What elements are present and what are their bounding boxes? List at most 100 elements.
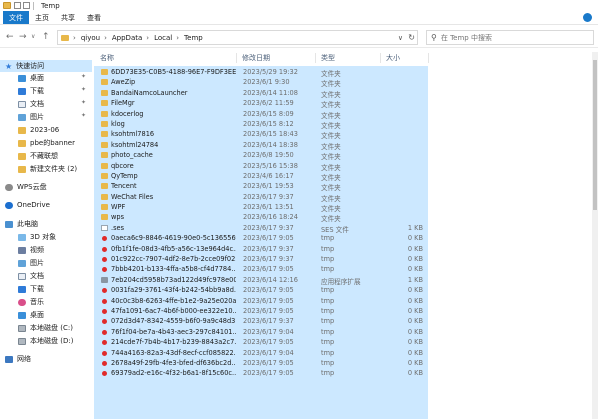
search-box[interactable]: ⚲ xyxy=(426,30,594,45)
chevron-right-icon[interactable]: › xyxy=(146,34,149,42)
file-row[interactable]: ksohtml7816 2023/6/15 18:43 文件夹 xyxy=(93,129,592,140)
file-row[interactable]: BandaiNamcoLauncher 2023/6/14 11:08 文件夹 xyxy=(93,88,592,99)
nav-onedrive[interactable]: OneDrive xyxy=(5,199,50,211)
file-row[interactable]: 072d3d47-8342-4559-b6f0-9a9c48d3... 2023/… xyxy=(93,316,592,326)
file-row[interactable]: qbcore 2023/5/16 15:38 文件夹 xyxy=(93,161,592,172)
file-row[interactable]: 0aeca6c9-8846-4619-90e0-5c136556f... 2023… xyxy=(93,233,592,243)
search-input[interactable] xyxy=(440,33,581,42)
nav-wps-cloud[interactable]: WPS云盘 xyxy=(5,181,47,193)
file-type: tmp xyxy=(321,358,335,367)
tab-view[interactable]: 查看 xyxy=(81,11,107,24)
chevron-right-icon[interactable]: › xyxy=(176,34,179,42)
nav-videos[interactable]: 视频 xyxy=(18,244,44,256)
column-divider[interactable] xyxy=(315,53,316,63)
new-folder-icon[interactable] xyxy=(23,2,30,9)
file-row[interactable]: klog 2023/6/15 8:12 文件夹 xyxy=(93,119,592,130)
file-row[interactable]: 744a4163-82a3-43df-8ecf-ccf085822... 2023… xyxy=(93,348,592,358)
folder-icon xyxy=(18,126,26,134)
nav-drive-d[interactable]: 本地磁盘 (D:) xyxy=(18,335,73,347)
file-row[interactable]: 0fb1f1fe-08d3-4fb5-a56c-13e964d4c... 2023… xyxy=(93,244,592,254)
pin-icon[interactable]: ✦ xyxy=(81,73,86,80)
tmp-file-icon xyxy=(102,257,107,263)
address-bar[interactable]: › qiyou › AppData › Local › Temp ∨ ↻ xyxy=(57,30,418,45)
nav-3d-objects[interactable]: 3D 对象 xyxy=(18,231,56,243)
file-row[interactable]: FileMgr 2023/6/2 11:59 文件夹 xyxy=(93,98,592,109)
nav-quick-access[interactable]: ★ 快速访问 xyxy=(0,60,92,72)
tab-share[interactable]: 共享 xyxy=(55,11,81,24)
file-row[interactable]: WPF 2023/6/1 13:51 文件夹 xyxy=(93,202,592,213)
column-name[interactable]: 名称 xyxy=(100,53,114,63)
nav-documents[interactable]: 文档 xyxy=(18,98,44,110)
file-row[interactable]: Tencent 2023/6/1 19:53 文件夹 xyxy=(93,181,592,192)
tab-home[interactable]: 主页 xyxy=(29,11,55,24)
file-row[interactable]: .ses 2023/6/17 9:37 SES 文件 1 KB xyxy=(93,223,592,234)
chevron-right-icon[interactable]: › xyxy=(104,34,107,42)
column-type[interactable]: 类型 xyxy=(321,53,335,63)
file-row[interactable]: ksohtml24784 2023/6/14 18:38 文件夹 xyxy=(93,140,592,151)
tab-file[interactable]: 文件 xyxy=(3,11,29,24)
nav-folder-new[interactable]: 新建文件夹 (2) xyxy=(18,163,77,175)
file-row[interactable]: 0031fa29-3761-43f4-b242-54bb9a8d... 2023/… xyxy=(93,285,592,295)
pin-icon[interactable]: ✦ xyxy=(81,99,86,106)
file-row[interactable]: 2678a49f-29fb-4fe3-bfed-df636bc2d... 2023… xyxy=(93,358,592,368)
column-size[interactable]: 大小 xyxy=(386,53,400,63)
file-row[interactable]: 01c922cc-7907-4df2-8e7b-2cce09f02... 2023… xyxy=(93,254,592,264)
column-date[interactable]: 修改日期 xyxy=(242,53,270,63)
nav-folder-banner[interactable]: pbe的banner xyxy=(18,137,75,149)
recent-dropdown-icon[interactable]: ∨ xyxy=(31,32,35,42)
nav-this-pc[interactable]: 此电脑 xyxy=(5,218,38,230)
nav-documents-pc[interactable]: 文档 xyxy=(18,270,44,282)
help-icon[interactable] xyxy=(583,13,592,22)
nav-desktop-pc[interactable]: 桌面 xyxy=(18,309,44,321)
chevron-right-icon[interactable]: › xyxy=(73,34,76,42)
pin-icon[interactable]: ✦ xyxy=(81,86,86,93)
nav-downloads[interactable]: 下载 xyxy=(18,85,44,97)
file-row[interactable]: AweZip 2023/6/1 9:30 文件夹 xyxy=(93,77,592,88)
nav-network[interactable]: 网络 xyxy=(5,353,31,365)
file-name: kdocerlog xyxy=(111,109,144,118)
pin-icon[interactable]: ✦ xyxy=(81,112,86,119)
up-arrow-icon[interactable]: ↑ xyxy=(42,32,50,42)
nav-folder-lenovo[interactable]: 不藏联想 xyxy=(18,150,58,162)
back-arrow-icon[interactable]: ← xyxy=(6,32,14,42)
refresh-icon[interactable]: ↻ xyxy=(408,33,415,42)
file-row[interactable]: 6DD73E35-C0B5-4188-96E7-F9DF3EE... 2023/5… xyxy=(93,67,592,78)
file-row[interactable]: kdocerlog 2023/6/15 8:09 文件夹 xyxy=(93,109,592,120)
column-divider[interactable] xyxy=(380,53,381,63)
scrollbar-thumb[interactable] xyxy=(593,60,597,210)
file-row[interactable]: 214cde7f-7b4b-4b17-b239-8843a2c7... 2023/… xyxy=(93,337,592,347)
nav-downloads-pc[interactable]: 下载 xyxy=(18,283,44,295)
nav-desktop[interactable]: 桌面 xyxy=(18,72,44,84)
file-row[interactable]: 7bbb4201-b133-4ffa-a5b8-cf4d7784... 2023/… xyxy=(93,264,592,274)
folder-icon xyxy=(18,139,26,147)
file-row[interactable]: 40c0c3b8-6263-4ffe-b1e2-9a25e020a... 2023… xyxy=(93,296,592,306)
file-type: tmp xyxy=(321,265,335,274)
file-row[interactable]: wps 2023/6/16 18:24 文件夹 xyxy=(93,212,592,223)
column-divider[interactable] xyxy=(236,53,237,63)
breadcrumb-temp[interactable]: Temp xyxy=(184,34,203,42)
breadcrumb-local[interactable]: Local xyxy=(154,34,172,42)
nav-label: 下载 xyxy=(30,87,44,95)
properties-icon[interactable] xyxy=(14,2,21,9)
file-row[interactable]: 7eb204cd5958b73ad122d49fc978e00... 2023/6… xyxy=(93,275,592,286)
nav-pictures-pc[interactable]: 图片 xyxy=(18,257,44,269)
chevron-down-icon[interactable]: ∨ xyxy=(398,34,403,42)
file-row[interactable]: QyTemp 2023/4/6 16:17 文件夹 xyxy=(93,171,592,182)
breadcrumb-qiyou[interactable]: qiyou xyxy=(81,34,100,42)
file-row[interactable]: 47fa1091-6ac7-4b6f-b000-ee322e10... 2023/… xyxy=(93,306,592,316)
nav-pictures[interactable]: 图片 xyxy=(18,111,44,123)
nav-drive-c[interactable]: 本地磁盘 (C:) xyxy=(18,322,73,334)
forward-arrow-icon[interactable]: → xyxy=(19,32,27,42)
search-icon: ⚲ xyxy=(431,33,437,42)
file-row[interactable]: 76f1f04-be7a-4b43-aec3-297c84101... 2023/… xyxy=(93,327,592,337)
nav-music[interactable]: 音乐 xyxy=(18,296,44,308)
nav-folder-2023-06[interactable]: 2023-06 xyxy=(18,124,59,136)
breadcrumb-appdata[interactable]: AppData xyxy=(112,34,142,42)
desktop-icon xyxy=(18,311,26,319)
file-row[interactable]: WeChat Files 2023/6/17 9:37 文件夹 xyxy=(93,192,592,203)
file-row[interactable]: photo_cache 2023/6/8 19:50 文件夹 xyxy=(93,150,592,161)
file-icon xyxy=(101,224,108,231)
file-row[interactable]: 69379ad2-e16c-4f32-b6a1-8f15c60c... 2023/… xyxy=(93,368,592,378)
column-divider[interactable] xyxy=(428,53,429,63)
vertical-scrollbar[interactable] xyxy=(592,52,598,419)
